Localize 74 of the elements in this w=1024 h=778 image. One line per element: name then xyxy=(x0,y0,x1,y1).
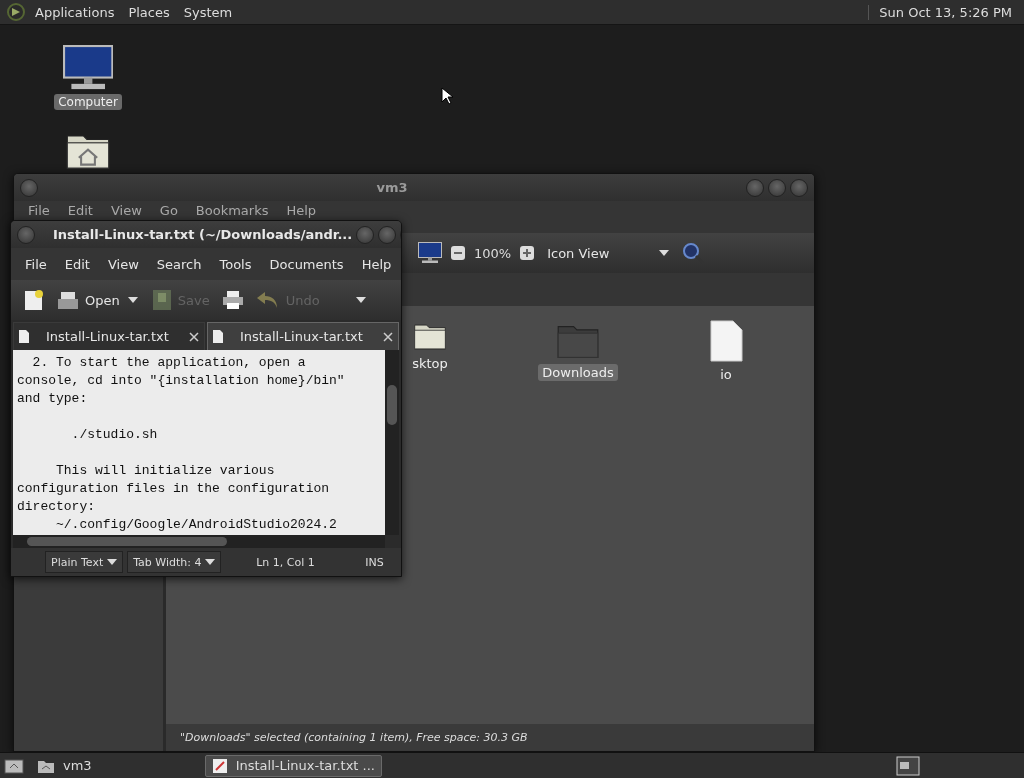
tab-label[interactable]: Install-Linux-tar.txt xyxy=(38,329,180,344)
status-bar: "Downloads" selected (containing 1 item), Free space: 30.3 GB xyxy=(166,724,814,751)
clock[interactable]: Sun Oct 13, 5:26 PM xyxy=(868,4,1018,20)
menu-item[interactable]: Bookmarks xyxy=(187,203,277,218)
caret-icon xyxy=(107,559,118,565)
document-tab[interactable]: Install-Linux-tar.txt xyxy=(13,322,205,350)
window-button[interactable] xyxy=(356,225,375,244)
menu-item[interactable]: View xyxy=(99,256,147,272)
item-label[interactable]: sktop xyxy=(408,354,452,372)
workspace-switcher-icon[interactable] xyxy=(896,755,920,776)
printer-icon xyxy=(221,290,244,310)
language-dropdown[interactable]: Plain Text xyxy=(45,551,124,573)
insert-mode: INS xyxy=(364,555,385,569)
zoom-level: 100% xyxy=(474,245,512,261)
file-icon[interactable] xyxy=(709,320,743,362)
text-paragraph: This will initialize various configuration files in the configuration directory: ~/.config/Google/AndroidStudio2024.2 xyxy=(17,462,338,534)
drawer-icon xyxy=(57,290,79,310)
caret-icon xyxy=(127,297,138,303)
computer-icon[interactable] xyxy=(62,45,114,92)
cursor-position: Ln 1, Col 1 xyxy=(255,555,316,569)
logo-icon[interactable] xyxy=(6,2,26,22)
window-button[interactable] xyxy=(20,178,38,197)
window-button[interactable] xyxy=(746,178,764,197)
menu-item[interactable]: Search xyxy=(148,256,210,272)
menu-item[interactable]: View xyxy=(102,203,150,218)
window-title: vm3 xyxy=(375,180,409,195)
panel-menu[interactable]: System xyxy=(178,4,238,20)
window-button[interactable] xyxy=(378,225,397,244)
tab-label[interactable]: Install-Linux-tar.txt xyxy=(232,329,374,344)
text-area[interactable] xyxy=(13,350,385,535)
caret-icon xyxy=(205,559,216,565)
cursor-icon xyxy=(441,87,453,105)
document-icon xyxy=(212,329,224,344)
taskbar-button[interactable]: vm3 xyxy=(30,754,99,777)
item-label[interactable]: io xyxy=(716,366,736,383)
open-button[interactable]: Open xyxy=(53,288,124,312)
text-paragraph: ./studio.sh xyxy=(70,426,159,444)
text-paragraph: 2. To start the application, open a console, cd into "{installation home}/bin" and type: xyxy=(17,354,346,408)
horizontal-scrollbar[interactable] xyxy=(13,535,385,548)
close-icon[interactable] xyxy=(188,330,200,343)
new-document-icon xyxy=(23,289,45,311)
document-icon xyxy=(18,329,30,344)
taskbar-button[interactable]: Install-Linux-tar.txt ... xyxy=(204,754,382,777)
computer-icon[interactable] xyxy=(418,242,442,264)
menu-item[interactable]: Help xyxy=(353,256,400,272)
window-button[interactable] xyxy=(17,225,35,244)
window-button[interactable] xyxy=(768,178,786,197)
menu-item[interactable]: Tools xyxy=(211,256,260,272)
document-tab[interactable]: Install-Linux-tar.txt xyxy=(207,322,399,350)
window-button[interactable] xyxy=(790,178,808,197)
zoom-out-icon[interactable] xyxy=(450,245,466,261)
show-desktop-icon[interactable] xyxy=(4,756,24,775)
menu-item[interactable]: File xyxy=(20,203,58,218)
menu-item[interactable]: Documents xyxy=(261,256,352,272)
menu-item[interactable]: Edit xyxy=(59,203,101,218)
caret-icon xyxy=(355,297,366,303)
menu-item[interactable]: Help xyxy=(278,203,325,218)
save-icon xyxy=(151,289,172,311)
close-icon[interactable] xyxy=(382,330,394,343)
window-title: Install-Linux-tar.txt (~/Downloads/andr... xyxy=(52,227,353,242)
view-mode-dropdown[interactable]: Icon View xyxy=(543,243,674,263)
menu-item[interactable]: Edit xyxy=(56,256,98,272)
vertical-scrollbar[interactable] xyxy=(385,350,399,535)
menu-item[interactable]: File xyxy=(17,256,55,272)
tab-width-dropdown[interactable]: Tab Width: 4 xyxy=(127,551,222,573)
item-label[interactable]: Downloads xyxy=(538,363,618,381)
desktop-icon-label[interactable]: Computer xyxy=(54,94,122,111)
text-editor-icon xyxy=(211,757,228,774)
caret-icon xyxy=(659,250,670,256)
undo-icon xyxy=(255,291,280,309)
menu-item[interactable]: Go xyxy=(151,203,186,218)
panel-menu[interactable]: Applications xyxy=(30,4,120,20)
panel-menu[interactable]: Places xyxy=(123,4,175,20)
zoom-in-icon[interactable] xyxy=(519,245,536,261)
